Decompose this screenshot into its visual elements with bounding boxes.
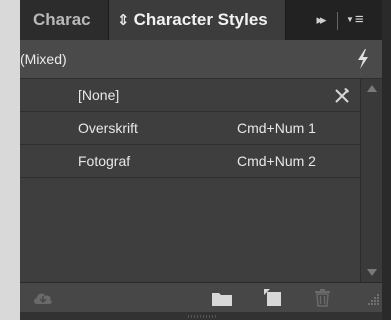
style-name: [None] xyxy=(78,87,120,103)
list-item[interactable]: [None] xyxy=(20,79,360,112)
bottom-toolbar xyxy=(20,282,382,312)
clear-override-icon[interactable] xyxy=(333,87,351,105)
tab-character-styles-label: Character Styles xyxy=(133,10,268,29)
current-style-header: (Mixed) xyxy=(20,40,382,79)
tab-sort-arrows-icon: ⇕ xyxy=(117,12,130,29)
list-item[interactable]: Overskrift Cmd+Num 1 xyxy=(20,112,360,145)
character-styles-panel: Charac ⇕ Character Styles ▸▸ ▼≡ (Mixed) [… xyxy=(20,0,382,320)
style-shortcut: Cmd+Num 2 xyxy=(237,153,316,169)
tab-character[interactable]: Charac xyxy=(20,0,108,40)
tab-character-styles[interactable]: ⇕ Character Styles xyxy=(108,0,286,40)
tab-separator xyxy=(337,12,338,30)
style-name: Overskrift xyxy=(78,120,138,136)
style-name: Fotograf xyxy=(78,153,131,169)
menu-arrow-icon: ▼ xyxy=(346,15,354,25)
tab-bar: Charac ⇕ Character Styles ▸▸ ▼≡ xyxy=(20,0,382,40)
trash-icon[interactable] xyxy=(314,289,331,307)
style-shortcut: Cmd+Num 1 xyxy=(237,120,316,136)
folder-icon[interactable] xyxy=(212,291,232,306)
scroll-down-arrow-icon[interactable] xyxy=(367,269,377,276)
resize-grip-icon[interactable] xyxy=(366,291,380,307)
current-style-label: (Mixed) xyxy=(20,51,67,67)
new-style-icon[interactable] xyxy=(264,289,282,306)
background-edge xyxy=(382,0,391,320)
styles-list: [None] Overskrift Cmd+Num 1 Fotograf Cmd… xyxy=(20,79,360,282)
vertical-scrollbar[interactable] xyxy=(360,79,382,282)
panel-menu-button[interactable]: ▼≡ xyxy=(346,10,376,30)
list-item[interactable]: Fotograf Cmd+Num 2 xyxy=(20,145,360,178)
menu-lines-icon: ≡ xyxy=(354,11,364,28)
footer-grip-icon[interactable] xyxy=(188,315,218,318)
lightning-icon[interactable] xyxy=(355,49,371,69)
panel-footer xyxy=(20,312,382,320)
scroll-up-arrow-icon[interactable] xyxy=(367,85,377,92)
cloud-icon[interactable] xyxy=(32,290,54,305)
collapse-panel-button[interactable]: ▸▸ xyxy=(310,11,330,29)
